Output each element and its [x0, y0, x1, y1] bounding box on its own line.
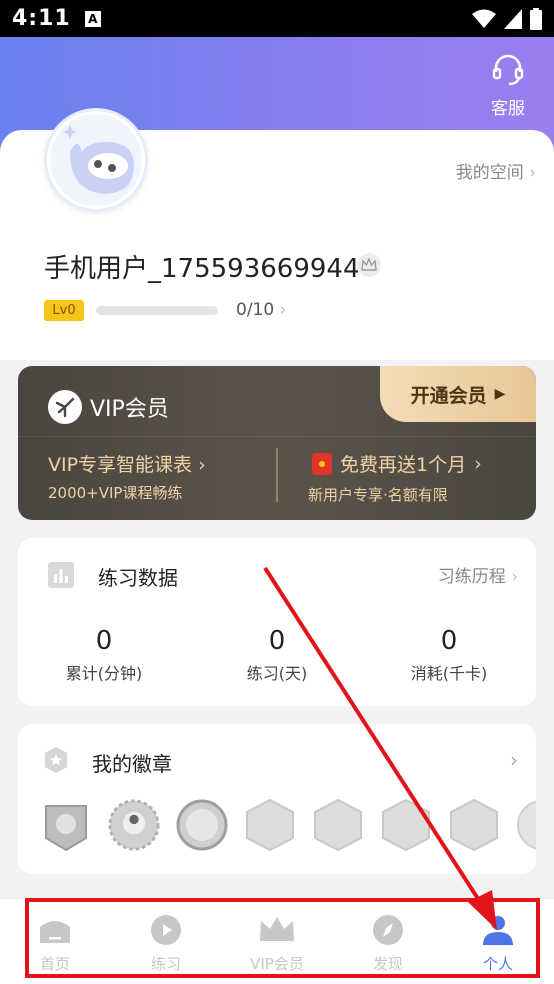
- my-space-label: 我的空间: [455, 163, 524, 183]
- practice-history-label: 习练历程: [437, 567, 506, 587]
- badge-hexagon-icon[interactable]: [380, 798, 432, 852]
- red-packet-icon: [312, 452, 332, 475]
- vip-feature-schedule-sub: 2000+VIP课程畅练: [48, 484, 183, 502]
- practice-history-link[interactable]: 习练历程 ›: [438, 562, 518, 587]
- divider: [276, 448, 278, 502]
- chevron-right-icon: ›: [474, 452, 482, 475]
- wifi-icon: [472, 9, 496, 28]
- tab-profile-label: 个人: [482, 955, 513, 973]
- username: 手机用户_175593669944: [44, 254, 360, 284]
- vip-feature-free-month[interactable]: 免费再送1个月 ›: [312, 450, 482, 477]
- battery-icon: [530, 7, 542, 30]
- stat-value: 0: [268, 626, 286, 656]
- vip-logo-icon: [48, 390, 82, 424]
- avatar-mascot-icon: [50, 114, 142, 206]
- badge-gear-icon[interactable]: [108, 798, 160, 852]
- signal-icon: [504, 8, 522, 29]
- level-progress-text: 0/10: [236, 300, 275, 320]
- vip-feature-free-month-label: 免费再送1个月: [340, 454, 467, 476]
- stat-label: 练习(天): [246, 664, 308, 683]
- tab-practice-label: 练习: [150, 955, 181, 973]
- badge-circle-icon[interactable]: [516, 798, 536, 852]
- chevron-right-icon: ›: [529, 163, 536, 183]
- tab-practice[interactable]: 练习: [126, 913, 206, 974]
- my-badges-card[interactable]: 我的徽章 ›: [18, 724, 536, 874]
- bar-chart-icon: [48, 562, 74, 588]
- stat-total-minutes[interactable]: 0 累计(分钟): [34, 626, 174, 684]
- play-icon: [126, 913, 206, 947]
- badge-hexagon-icon[interactable]: [244, 798, 296, 852]
- vip-title: VIP会员: [48, 390, 169, 424]
- level-progress-link[interactable]: 0/10 ›: [236, 300, 286, 320]
- chevron-right-icon: ›: [198, 454, 206, 476]
- vip-card[interactable]: VIP会员 开通会员 ▶ VIP专享智能课表 › 2000+VIP课程畅练 免费…: [18, 366, 536, 520]
- tab-home-label: 首页: [39, 955, 70, 973]
- badge-coin-icon[interactable]: [176, 798, 228, 852]
- tab-vip[interactable]: VIP会员: [237, 913, 317, 974]
- home-icon: [15, 913, 95, 947]
- open-vip-button[interactable]: 开通会员 ▶: [380, 366, 536, 422]
- chevron-right-icon: ›: [510, 748, 518, 772]
- headset-icon: [492, 54, 524, 86]
- vip-feature-free-month-sub: 新用户专享·名额有限: [308, 486, 448, 504]
- notification-icon: A: [84, 10, 101, 27]
- badge-shield-icon[interactable]: [40, 798, 92, 852]
- crown-icon: [237, 913, 317, 947]
- open-vip-label: 开通会员: [410, 384, 487, 407]
- stat-practice-days[interactable]: 0 练习(天): [207, 626, 347, 684]
- divider: [18, 436, 536, 437]
- vip-feature-schedule-label: VIP专享智能课表: [48, 454, 193, 476]
- crown-badge-icon[interactable]: [357, 253, 381, 277]
- compass-icon: [348, 913, 428, 947]
- chevron-right-icon: ›: [279, 300, 287, 320]
- tab-vip-label: VIP会员: [250, 955, 304, 973]
- level-progress-bar: [96, 306, 218, 315]
- tab-discover[interactable]: 发现: [348, 913, 428, 974]
- chevron-right-icon: ›: [511, 567, 518, 587]
- status-bar: 4:11 A: [0, 0, 554, 37]
- badge-list: [40, 798, 536, 852]
- stat-label: 消耗(千卡): [410, 664, 488, 683]
- status-time: 4:11: [12, 6, 71, 31]
- play-triangle-icon: ▶: [494, 386, 506, 402]
- tab-discover-label: 发现: [372, 955, 403, 973]
- tab-profile[interactable]: 个人: [458, 913, 538, 974]
- badge-hexagon-icon[interactable]: [448, 798, 500, 852]
- stat-value: 0: [440, 626, 458, 656]
- avatar[interactable]: [44, 108, 148, 212]
- tab-home[interactable]: 首页: [15, 913, 95, 974]
- customer-service-label: 客服: [491, 99, 525, 119]
- vip-title-label: VIP会员: [90, 397, 169, 422]
- practice-stats-card: 练习数据 习练历程 › 0 累计(分钟) 0 练习(天) 0 消耗(千卡): [18, 538, 536, 706]
- person-icon: [458, 913, 538, 947]
- vip-feature-schedule[interactable]: VIP专享智能课表 ›: [48, 450, 206, 477]
- level-badge: Lv0: [44, 300, 84, 321]
- star-badge-icon: [45, 747, 67, 773]
- my-badges-title: 我的徽章: [92, 752, 172, 776]
- stat-value: 0: [95, 626, 113, 656]
- stat-calories[interactable]: 0 消耗(千卡): [379, 626, 519, 684]
- my-space-link[interactable]: 我的空间 ›: [456, 158, 536, 183]
- stat-label: 累计(分钟): [65, 664, 143, 683]
- bottom-tab-bar: 首页 练习 VIP会员 发现 个人: [0, 898, 554, 984]
- customer-service-button[interactable]: 客服: [488, 54, 528, 119]
- badge-hexagon-icon[interactable]: [312, 798, 364, 852]
- practice-stats-title: 练习数据: [98, 566, 178, 590]
- status-icons: [472, 7, 542, 30]
